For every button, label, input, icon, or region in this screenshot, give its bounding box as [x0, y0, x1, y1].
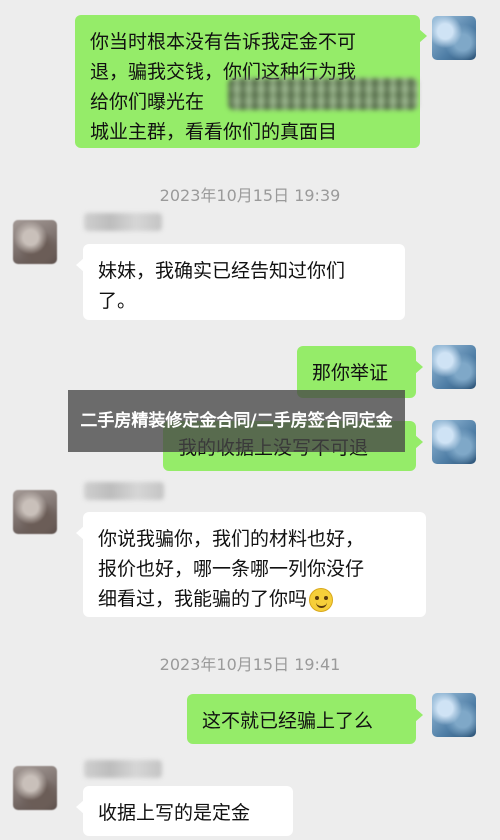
sender-avatar[interactable]	[432, 345, 476, 389]
message-line: 你说我骗你，我们的材料也好，	[98, 528, 365, 550]
contact-avatar[interactable]	[13, 490, 57, 534]
message-bubble-2[interactable]: 妹妹，我确实已经告知过你们 了。	[76, 244, 405, 320]
message-line: 你当时根本没有告诉我定金不可	[90, 31, 357, 53]
timestamp: 2023年10月15日 19:41	[159, 655, 341, 674]
message-line: 了。	[98, 290, 137, 312]
message-line: 细看过，我能骗的了你吗	[98, 584, 411, 614]
timestamp: 2023年10月15日 19:39	[159, 186, 341, 205]
message-line: 妹妹，我确实已经告知过你们	[98, 260, 346, 282]
contact-avatar[interactable]	[13, 766, 57, 810]
message-text: 那你举证	[312, 362, 389, 384]
message-bubble-7[interactable]: 收据上写的是定金	[76, 786, 293, 836]
sender-name-blurred	[84, 213, 162, 231]
sender-name-blurred	[84, 482, 164, 500]
message-line: 报价也好，哪一条哪一列你没仔	[98, 558, 365, 580]
sender-avatar[interactable]	[432, 420, 476, 464]
sender-avatar[interactable]	[432, 693, 476, 737]
sender-avatar[interactable]	[432, 16, 476, 60]
contact-avatar[interactable]	[13, 220, 57, 264]
sender-name-blurred	[84, 760, 162, 778]
message-text: 收据上写的是定金	[98, 802, 251, 824]
message-bubble-6[interactable]: 这不就已经骗上了么	[187, 694, 423, 744]
censor-mosaic	[228, 78, 418, 110]
message-bubble-5[interactable]: 你说我骗你，我们的材料也好， 报价也好，哪一条哪一列你没仔 细看过，我能骗的了你…	[76, 512, 426, 617]
smile-emoji-icon	[309, 587, 334, 612]
message-text: 这不就已经骗上了么	[202, 710, 374, 732]
message-line: 城业主群，看看你们的真面目	[90, 121, 338, 143]
message-line-text: 细看过，我能骗的了你吗	[98, 588, 308, 610]
caption-banner: 二手房精装修定金合同/二手房签合同定金	[68, 390, 405, 452]
